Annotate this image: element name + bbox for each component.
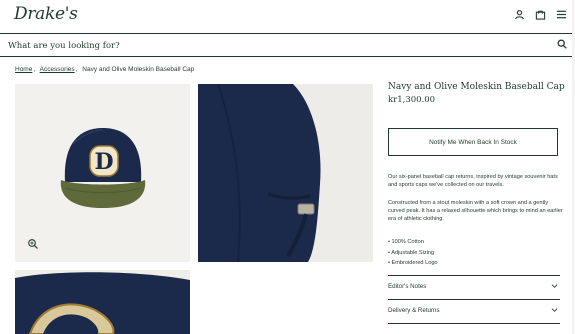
breadcrumb-accessories[interactable]: Accessories	[40, 66, 75, 73]
chevron-down-icon	[551, 308, 558, 312]
zoom-icon[interactable]	[27, 238, 39, 250]
svg-text:D: D	[94, 149, 113, 175]
accordion-label: Editor's Notes	[388, 283, 427, 290]
cap-front-image: D	[60, 128, 146, 208]
product-image-back[interactable]	[198, 84, 373, 262]
product-image-front[interactable]: D	[15, 84, 190, 262]
search-input[interactable]	[6, 37, 530, 54]
feature-item: Embroidered Logo	[388, 258, 438, 269]
menu-icon[interactable]	[556, 9, 567, 20]
header-icons	[514, 9, 567, 20]
product-title: Navy and Olive Moleskin Baseball Cap	[388, 82, 565, 92]
notify-back-in-stock-button[interactable]: Notify Me When Back In Stock	[388, 128, 558, 156]
product-price: kr1,300.00	[388, 95, 436, 105]
product-image-detail[interactable]	[15, 270, 190, 334]
site-header: Drake's	[0, 0, 575, 30]
breadcrumb-current: Navy and Olive Moleskin Baseball Cap	[82, 66, 195, 73]
brand-logo[interactable]: Drake's	[14, 4, 78, 24]
bag-icon[interactable]	[535, 9, 546, 20]
feature-item: Adjustable Sizing	[388, 248, 438, 259]
breadcrumb-home[interactable]: Home	[15, 66, 32, 73]
account-icon[interactable]	[514, 9, 525, 20]
accordion-editors-notes[interactable]: Editor's Notes	[388, 275, 560, 298]
chevron-down-icon	[551, 284, 558, 288]
cap-back-image	[198, 84, 373, 262]
feature-item: 100% Cotton	[388, 237, 438, 248]
accordion-delivery-returns[interactable]: Delivery & Returns	[388, 299, 560, 322]
accordion-label: Delivery & Returns	[388, 307, 440, 314]
feature-list: 100% Cotton Adjustable Sizing Embroidere…	[388, 237, 438, 269]
search-icon[interactable]	[557, 39, 567, 49]
product-description-2: Constructed from a stout moleskin with a…	[388, 200, 563, 222]
breadcrumb: Home, Accessories, Navy and Olive Molesk…	[15, 66, 195, 73]
divider	[388, 323, 560, 324]
cap-detail-image	[15, 272, 190, 334]
product-description-1: Our six-panel baseball cap returns, insp…	[388, 174, 558, 188]
search-bar	[0, 33, 575, 57]
